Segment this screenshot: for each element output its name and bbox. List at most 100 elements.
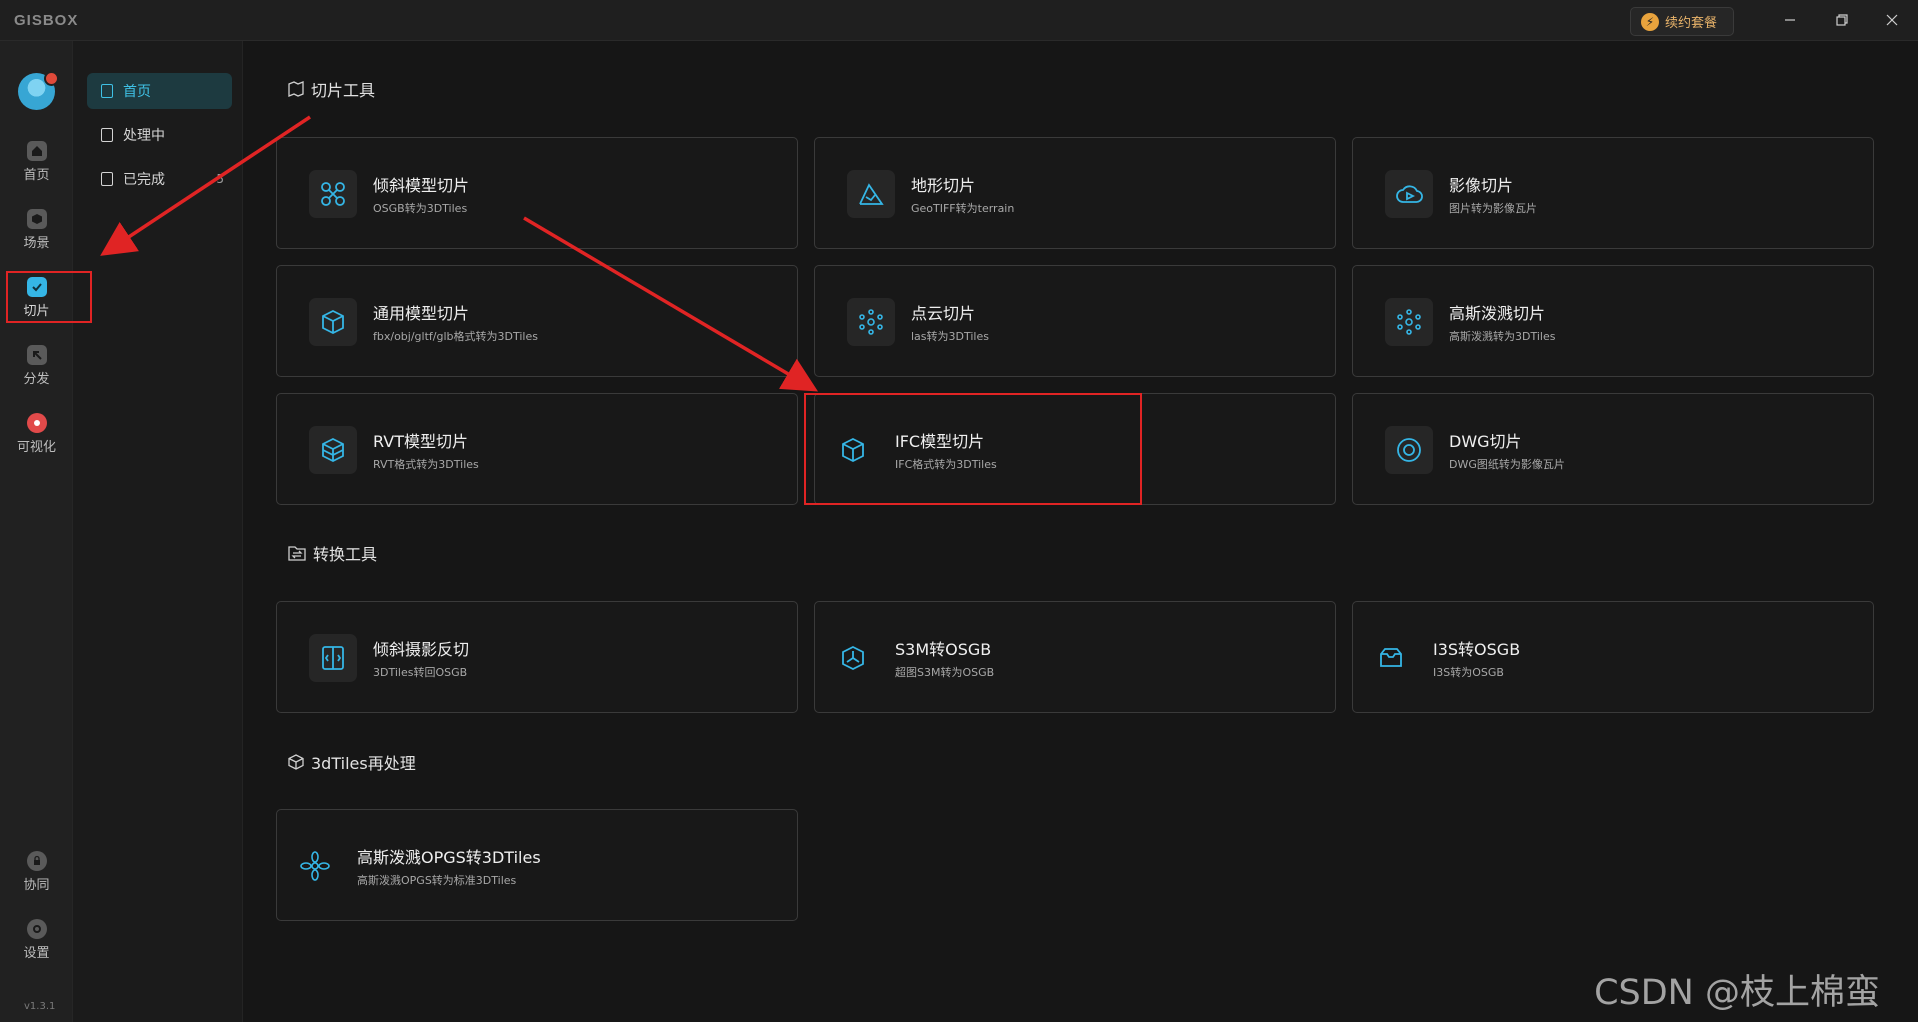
rail-item-scene[interactable]: 场景 — [0, 209, 73, 269]
close-icon — [1886, 14, 1898, 26]
card-dwg-slice[interactable]: DWG切片 DWG图纸转为影像瓦片 — [1352, 393, 1874, 505]
rail-item-label: 切片 — [23, 304, 50, 319]
tray-icon — [1367, 634, 1415, 682]
subnav-item-label: 已完成 — [123, 172, 165, 188]
card-desc: DWG图纸转为影像瓦片 — [1449, 458, 1565, 471]
card-title: 倾斜摄影反切 — [373, 640, 470, 659]
slice-check-icon — [26, 277, 47, 297]
restore-icon — [1836, 14, 1848, 26]
card-title: 高斯泼溅切片 — [1449, 304, 1546, 323]
app-version: v1.3.1 — [24, 1001, 56, 1012]
sub-nav: 首页 处理中 已完成 5 — [73, 41, 243, 1022]
card-desc: I3S转为OSGB — [1433, 666, 1504, 679]
card-i3s-to-osgb[interactable]: I3S转OSGB I3S转为OSGB — [1352, 601, 1874, 713]
card-imagery-slice[interactable]: 影像切片 图片转为影像瓦片 — [1352, 137, 1874, 249]
gaussian-icon — [1385, 298, 1433, 346]
minimize-button[interactable] — [1776, 8, 1804, 32]
code-file-icon — [309, 634, 357, 682]
point-cloud-icon — [847, 298, 895, 346]
notification-badge-icon — [44, 71, 59, 86]
document-icon — [101, 128, 113, 142]
title-bar: GISBOX ⚡ 续约套餐 — [0, 0, 1918, 41]
subnav-item-home[interactable]: 首页 — [87, 73, 232, 109]
section-title-label: 转换工具 — [313, 545, 378, 564]
card-desc: OSGB转为3DTiles — [373, 202, 468, 215]
rail-item-visualize[interactable]: 可视化 — [0, 413, 73, 473]
card-desc: 3DTiles转回OSGB — [373, 666, 468, 679]
terrain-icon — [847, 170, 895, 218]
rail-item-home[interactable]: 首页 — [0, 141, 73, 201]
app-logo: GISBOX — [14, 12, 79, 29]
document-check-icon — [101, 172, 113, 186]
card-title: 倾斜模型切片 — [373, 176, 470, 195]
card-desc: fbx/obj/gltf/glb格式转为3DTiles — [373, 330, 538, 343]
card-desc: 图片转为影像瓦片 — [1449, 202, 1537, 215]
section-title-label: 3dTiles再处理 — [311, 754, 416, 773]
flower-icon — [291, 842, 339, 890]
restore-button[interactable] — [1828, 8, 1856, 32]
card-oblique-model-slice[interactable]: 倾斜模型切片 OSGB转为3DTiles — [276, 137, 798, 249]
card-title: 通用模型切片 — [373, 304, 470, 323]
card-ifc-model-slice[interactable]: IFC模型切片 IFC格式转为3DTiles — [814, 393, 1336, 505]
card-rvt-model-slice[interactable]: RVT模型切片 RVT格式转为3DTiles — [276, 393, 798, 505]
section-title-3dtiles-reprocess: 3dTiles再处理 — [287, 750, 416, 774]
rail-item-label: 可视化 — [16, 440, 56, 455]
lightning-icon: ⚡ — [1641, 12, 1659, 31]
subnav-item-completed[interactable]: 已完成 5 — [87, 161, 232, 197]
card-desc: 高斯泼溅转为3DTiles — [1449, 330, 1556, 343]
section-title-slice-tools: 切片工具 — [287, 77, 375, 101]
section-title-convert-tools: 转换工具 — [287, 541, 377, 565]
subnav-item-processing[interactable]: 处理中 — [87, 117, 232, 153]
close-button[interactable] — [1878, 8, 1906, 32]
rail-item-collaborate[interactable]: 协同 — [0, 851, 73, 911]
card-terrain-slice[interactable]: 地形切片 GeoTIFF转为terrain — [814, 137, 1336, 249]
minimize-icon — [1785, 19, 1795, 21]
cube-outline-icon — [288, 754, 304, 770]
folder-swap-icon — [288, 546, 306, 561]
main-nav-rail: 首页 场景 切片 分发 可视化 协同 设置 v1.3.1 — [0, 41, 73, 1022]
renew-plan-label: 续约套餐 — [1665, 16, 1718, 31]
target-icon — [1385, 426, 1433, 474]
card-gaussian-splat-slice[interactable]: 高斯泼溅切片 高斯泼溅转为3DTiles — [1352, 265, 1874, 377]
rail-item-label: 场景 — [23, 236, 50, 251]
card-s3m-to-osgb[interactable]: S3M转OSGB 超图S3M转为OSGB — [814, 601, 1336, 713]
card-title: RVT模型切片 — [373, 432, 468, 451]
rail-item-slice[interactable]: 切片 — [0, 277, 73, 337]
card-title: S3M转OSGB — [895, 640, 992, 659]
map-fold-icon — [288, 81, 304, 97]
watermark: CSDN @枝上棉蛮 — [1594, 973, 1880, 1013]
card-desc: 高斯泼溅OPGS转为标准3DTiles — [357, 874, 517, 887]
card-gaussian-opgs-to-3dtiles[interactable]: 高斯泼溅OPGS转3DTiles 高斯泼溅OPGS转为标准3DTiles — [276, 809, 798, 921]
main-content: 切片工具 倾斜模型切片 OSGB转为3DTiles 地形切片 GeoTIFF转为… — [243, 41, 1918, 1022]
card-title: I3S转OSGB — [1433, 640, 1521, 659]
cube-icon — [309, 298, 357, 346]
card-oblique-reverse[interactable]: 倾斜摄影反切 3DTiles转回OSGB — [276, 601, 798, 713]
rail-item-label: 分发 — [23, 372, 50, 387]
cloud-play-icon — [1385, 170, 1433, 218]
layers-cube-icon — [309, 426, 357, 474]
home-icon — [26, 141, 47, 161]
drone-icon — [309, 170, 357, 218]
card-generic-model-slice[interactable]: 通用模型切片 fbx/obj/gltf/glb格式转为3DTiles — [276, 265, 798, 377]
rail-item-label: 设置 — [23, 946, 50, 961]
card-title: 点云切片 — [911, 304, 976, 323]
completed-count-badge: 5 — [216, 172, 224, 186]
card-point-cloud-slice[interactable]: 点云切片 las转为3DTiles — [814, 265, 1336, 377]
card-desc: 超图S3M转为OSGB — [895, 666, 995, 679]
rail-item-distribute[interactable]: 分发 — [0, 345, 73, 405]
rail-item-label: 协同 — [23, 878, 50, 893]
rail-item-settings[interactable]: 设置 — [0, 919, 73, 979]
lock-icon — [26, 851, 47, 871]
subnav-item-label: 处理中 — [123, 128, 165, 144]
card-title: 高斯泼溅OPGS转3DTiles — [357, 848, 541, 867]
renew-plan-button[interactable]: ⚡ 续约套餐 — [1630, 7, 1734, 36]
cube-icon — [26, 209, 47, 229]
section-title-label: 切片工具 — [311, 81, 376, 100]
card-desc: GeoTIFF转为terrain — [911, 202, 1015, 215]
card-desc: las转为3DTiles — [911, 330, 989, 343]
box-icon — [829, 426, 877, 474]
card-desc: RVT格式转为3DTiles — [373, 458, 479, 471]
subnav-item-label: 首页 — [123, 84, 151, 100]
visualize-icon — [26, 413, 47, 433]
card-title: 地形切片 — [911, 176, 976, 195]
